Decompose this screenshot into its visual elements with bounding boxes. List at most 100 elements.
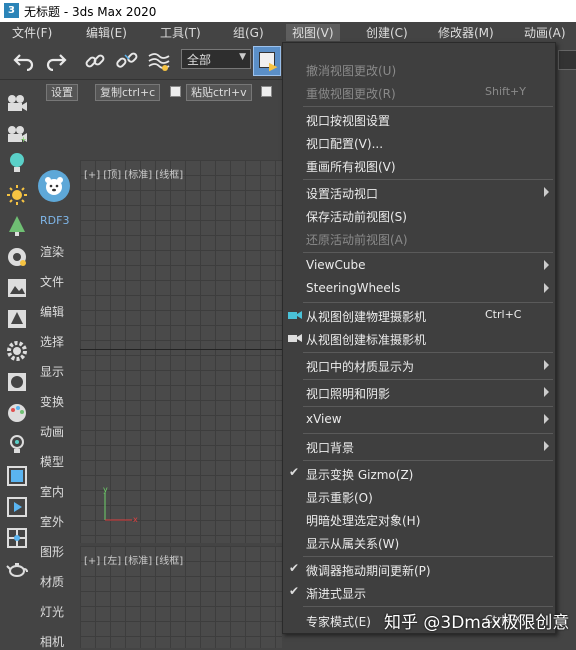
selection-filter-dropdown[interactable]: 全部 ▼ (181, 49, 251, 69)
bulb-settings-button[interactable] (6, 434, 28, 456)
crosshair-icon (7, 528, 27, 548)
checkmark-icon: ✔ (289, 561, 300, 575)
play-preview-button[interactable] (6, 496, 28, 518)
menu-view[interactable]: 视图(V) (286, 24, 340, 41)
category-material[interactable]: 材质 (40, 573, 64, 590)
category-exterior[interactable]: 室外 (40, 513, 64, 530)
category-light[interactable]: 灯光 (40, 603, 64, 620)
menu-separator (303, 406, 553, 407)
viewport-label-left[interactable]: [+] [左] [标准] [线框] (84, 552, 183, 567)
camera-add-button[interactable]: + (6, 123, 28, 145)
tree-scatter-button[interactable] (6, 215, 28, 237)
paste-button[interactable]: 粘贴ctrl+v (186, 84, 252, 101)
undo-button[interactable] (12, 49, 36, 73)
view-menu-dropdown: 撤消视图更改(U) 重做视图更改(R) Shift+Y 视口按视图设置 视口配置… (282, 42, 556, 634)
menu-separator (303, 606, 553, 607)
category-animation[interactable]: 动画 (40, 423, 64, 440)
teapot-button[interactable] (6, 558, 28, 580)
menu-item-shade-selected[interactable]: 明暗处理选定对象(H) (283, 508, 555, 530)
sun-light-button[interactable] (6, 184, 28, 206)
menu-item-redo-view[interactable]: 重做视图更改(R) Shift+Y (283, 81, 555, 103)
category-interior[interactable]: 室内 (40, 483, 64, 500)
category-camera[interactable]: 相机 (40, 633, 64, 650)
menu-item-show-ghosting[interactable]: 显示重影(O) (283, 485, 555, 507)
menu-item-lighting-shadows[interactable]: 视口照明和阴影 (283, 381, 555, 403)
submenu-arrow-icon (544, 387, 549, 397)
category-select[interactable]: 选择 (40, 333, 64, 350)
category-transform[interactable]: 变换 (40, 393, 64, 410)
unlink-button[interactable] (115, 49, 139, 73)
menu-item-steeringwheels[interactable]: SteeringWheels (283, 277, 555, 299)
category-file[interactable]: 文件 (40, 273, 64, 290)
menu-item-save-active-view[interactable]: 保存活动前视图(S) (283, 204, 555, 226)
select-by-name-button[interactable] (558, 50, 576, 70)
select-object-button[interactable]: ▶ (253, 46, 281, 76)
category-shapes[interactable]: 图形 (40, 543, 64, 560)
menu-item-create-standard-camera[interactable]: 从视图创建标准摄影机 (283, 327, 555, 349)
submenu-arrow-icon (544, 414, 549, 424)
paint-icon (8, 248, 26, 266)
copy-checkbox[interactable] (170, 86, 181, 97)
menu-item-show-transform-gizmo[interactable]: ✔ 显示变换 Gizmo(Z) (283, 462, 555, 484)
category-render[interactable]: 渲染 (40, 243, 64, 260)
tree-object-button[interactable] (6, 308, 28, 330)
viewport-top[interactable]: [+] [顶] [标准] [线框] y x (80, 160, 282, 543)
unlink-icon (116, 52, 138, 68)
light-bulb-button[interactable] (6, 152, 28, 174)
menu-modifiers[interactable]: 修改器(M) (438, 24, 494, 41)
right-panel-scrollbar[interactable] (556, 70, 576, 648)
menu-group[interactable]: 组(G) (233, 24, 264, 41)
menu-item-redraw-all[interactable]: 重画所有视图(V) (283, 154, 555, 176)
select-and-link-button[interactable] (83, 49, 107, 73)
menu-item-progressive-display[interactable]: ✔ 渐进式显示 (283, 581, 555, 603)
menu-animation[interactable]: 动画(A) (524, 24, 566, 41)
category-model[interactable]: 模型 (40, 453, 64, 470)
gear-tool-button[interactable] (6, 340, 28, 362)
menu-item-create-physical-camera[interactable]: 从视图创建物理摄影机 Ctrl+C (283, 304, 555, 326)
sphere-icon (8, 373, 26, 391)
menu-item-show-dependencies[interactable]: 显示从属关系(W) (283, 531, 555, 553)
menu-tools[interactable]: 工具(T) (160, 24, 201, 41)
menu-item-viewport-config[interactable]: 视口配置(V)... (283, 131, 555, 153)
paint-tool-button[interactable] (6, 246, 28, 268)
bitmap-tool-button[interactable] (6, 277, 28, 299)
svg-text:+: + (20, 135, 27, 143)
link-icon (85, 54, 105, 68)
checkmark-icon: ✔ (289, 465, 300, 479)
align-tool-button[interactable] (6, 527, 28, 549)
teapot-icon (6, 563, 28, 577)
viewport-layout-button[interactable] (6, 465, 28, 487)
menu-bar: 文件(F) 编辑(E) 工具(T) 组(G) 视图(V) 创建(C) 修改器(M… (0, 22, 576, 42)
tree-object-icon (8, 310, 26, 328)
app-icon: 3 (4, 3, 19, 18)
gear-icon (7, 341, 27, 361)
menu-separator (303, 433, 553, 434)
menu-item-viewport-background[interactable]: 视口背景 (283, 435, 555, 457)
settings-button[interactable]: 设置 (46, 84, 78, 101)
viewport-label-top[interactable]: [+] [顶] [标准] [线框] (84, 166, 183, 181)
avatar[interactable] (38, 170, 70, 202)
menu-item-undo-view[interactable]: 撤消视图更改(U) (283, 58, 555, 80)
menu-item-update-during-spinner-drag[interactable]: ✔ 微调器拖动期间更新(P) (283, 558, 555, 580)
viewport-left[interactable]: [+] [左] [标准] [线框] (80, 546, 282, 648)
menu-file[interactable]: 文件(F) (12, 24, 52, 41)
menu-edit[interactable]: 编辑(E) (86, 24, 127, 41)
category-display[interactable]: 显示 (40, 363, 64, 380)
camera-tool-button[interactable] (6, 92, 28, 114)
copy-button[interactable]: 复制ctrl+c (95, 84, 161, 101)
palette-button[interactable] (6, 402, 28, 424)
bind-spacewarp-button[interactable] (147, 49, 171, 73)
menu-create[interactable]: 创建(C) (366, 24, 408, 41)
redo-button[interactable] (44, 49, 68, 73)
menu-item-material-display[interactable]: 视口中的材质显示为 (283, 354, 555, 376)
menu-item-restore-active-view[interactable]: 还原活动前视图(A) (283, 227, 555, 249)
material-sphere-button[interactable] (6, 371, 28, 393)
menu-item-set-active-viewport[interactable]: 设置活动视口 (283, 181, 555, 203)
paste-checkbox[interactable] (261, 86, 272, 97)
menu-item-xview[interactable]: xView (283, 408, 555, 430)
menu-separator (303, 106, 553, 107)
category-edit[interactable]: 编辑 (40, 303, 64, 320)
menu-item-viewcube[interactable]: ViewCube (283, 254, 555, 276)
menu-item-viewport-per-view[interactable]: 视口按视图设置 (283, 108, 555, 130)
axis-gizmo: y x (100, 485, 140, 525)
